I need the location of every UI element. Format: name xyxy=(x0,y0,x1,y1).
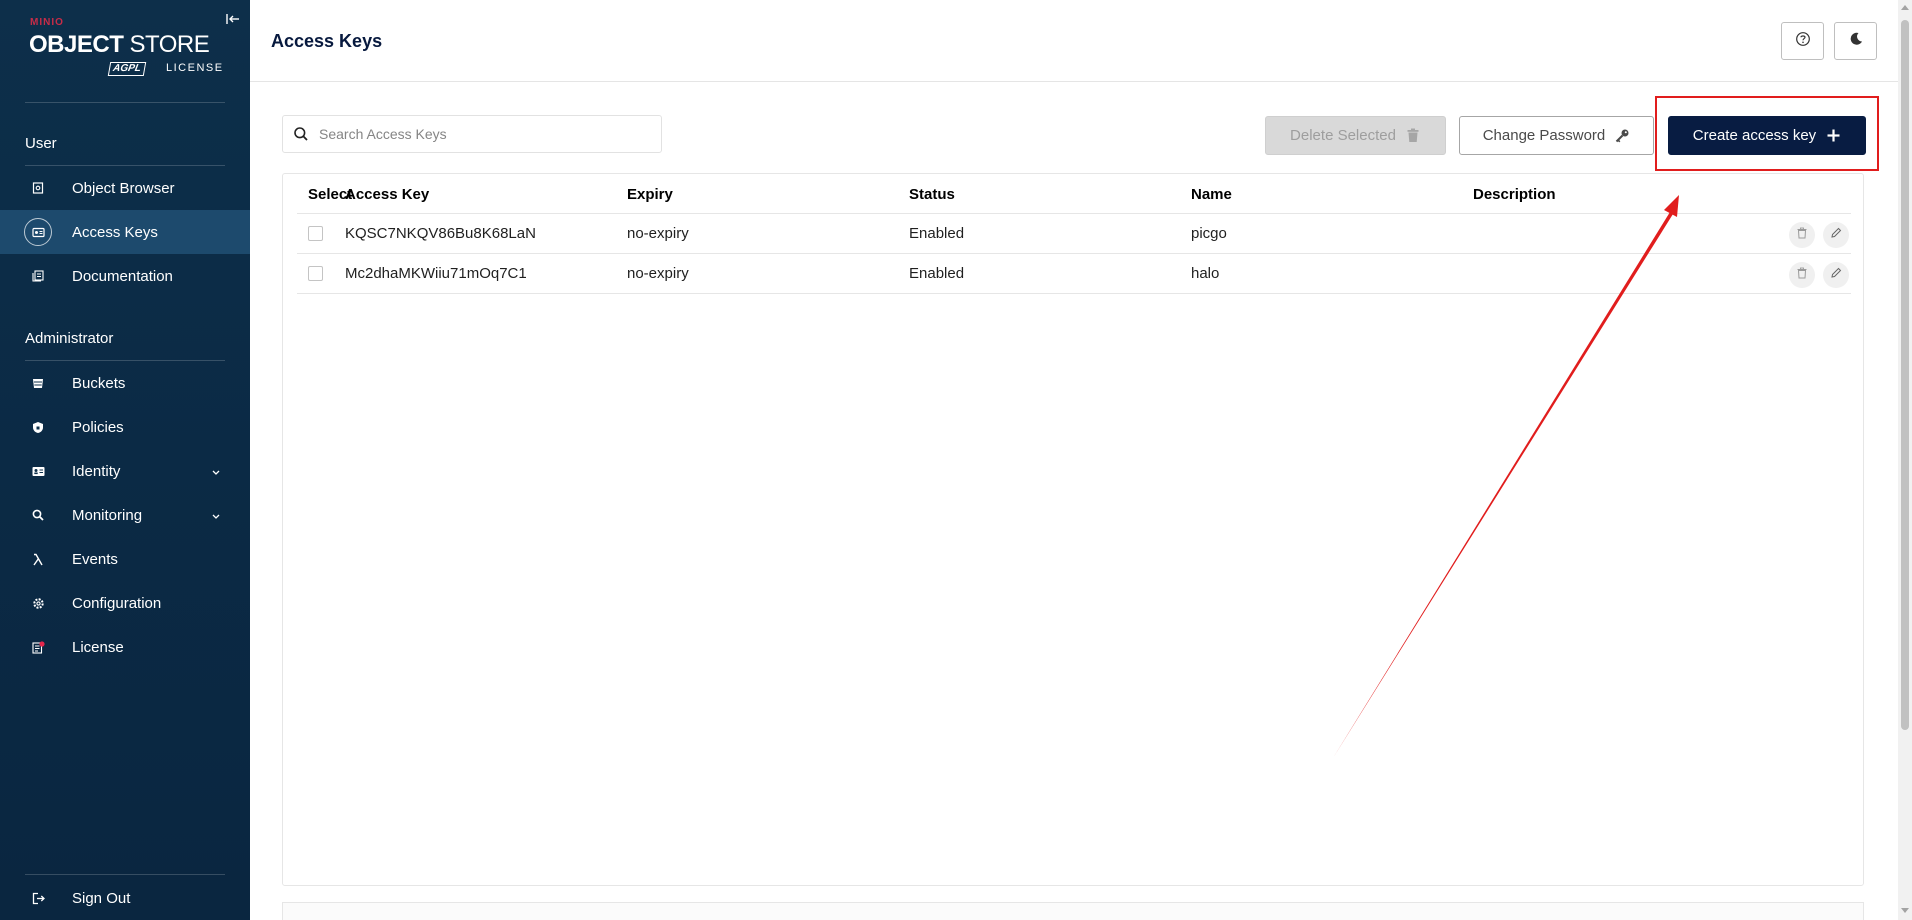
delete-selected-button[interactable]: Delete Selected xyxy=(1265,116,1446,155)
trash-icon xyxy=(1796,266,1808,284)
search-input[interactable] xyxy=(319,126,639,142)
row-select-checkbox[interactable] xyxy=(308,266,323,281)
sidebar-item-label: Documentation xyxy=(72,267,173,285)
edit-row-button[interactable] xyxy=(1823,222,1849,248)
sidebar-item-label: Policies xyxy=(72,418,124,436)
sign-out-label: Sign Out xyxy=(72,889,131,907)
delete-row-button[interactable] xyxy=(1789,262,1815,288)
search-icon xyxy=(293,126,309,142)
moon-icon xyxy=(1848,31,1864,52)
scrollbar-thumb[interactable] xyxy=(1901,20,1909,730)
column-header-expiry[interactable]: Expiry xyxy=(627,186,673,203)
page-scrollbar[interactable] xyxy=(1898,0,1912,920)
table-row[interactable]: Mc2dhaMKWiiu71mOq7C1 no-expiry Enabled h… xyxy=(297,254,1851,294)
sidebar-item-license[interactable]: License xyxy=(0,625,250,669)
monitoring-icon xyxy=(24,501,52,529)
delete-row-button[interactable] xyxy=(1789,222,1815,248)
cell-name: picgo xyxy=(1191,225,1227,242)
collapse-sidebar-icon[interactable] xyxy=(226,12,240,26)
gear-icon xyxy=(24,589,52,617)
identity-icon xyxy=(24,457,52,485)
sidebar-item-label: Object Browser xyxy=(72,179,175,197)
sidebar-item-label: Events xyxy=(72,550,118,568)
bucket-icon xyxy=(24,369,52,397)
cell-name: halo xyxy=(1191,265,1220,282)
logo-product: OBJECT STORE xyxy=(29,31,210,58)
help-circle-icon xyxy=(1795,31,1811,52)
edit-row-button[interactable] xyxy=(1823,262,1849,288)
sign-out-button[interactable]: Sign Out xyxy=(0,876,250,920)
cell-access-key: Mc2dhaMKWiiu71mOq7C1 xyxy=(345,265,527,282)
change-password-button[interactable]: Change Password xyxy=(1459,116,1654,155)
theme-toggle-button[interactable] xyxy=(1834,22,1877,60)
create-access-key-label: Create access key xyxy=(1692,127,1817,144)
cell-status: Enabled xyxy=(909,225,965,242)
sidebar-item-monitoring[interactable]: Monitoring xyxy=(0,493,250,537)
column-header-description[interactable]: Description xyxy=(1473,186,1556,203)
sidebar-item-policies[interactable]: Policies xyxy=(0,405,250,449)
access-keys-table: Select Access Key Expiry Status Name Des… xyxy=(282,173,1864,886)
scroll-down-arrow-icon[interactable] xyxy=(1901,908,1909,913)
trash-icon xyxy=(1796,226,1808,244)
cell-status: Enabled xyxy=(909,265,965,282)
sidebar-item-object-browser[interactable]: Object Browser xyxy=(0,166,250,210)
sidebar-item-label: Monitoring xyxy=(72,506,143,524)
object-browser-icon xyxy=(24,174,52,202)
sidebar-divider xyxy=(25,874,225,875)
sign-out-icon xyxy=(24,884,52,912)
sidebar-item-access-keys[interactable]: Access Keys xyxy=(0,210,250,254)
sidebar-divider xyxy=(25,102,225,103)
pencil-icon xyxy=(1830,226,1842,244)
sidebar-item-configuration[interactable]: Configuration xyxy=(0,581,250,625)
page-header: Access Keys xyxy=(250,0,1898,82)
sidebar-item-events[interactable]: Events xyxy=(0,537,250,581)
minio-logo: MINIO OBJECT STORE AGPL LICENSE xyxy=(29,16,229,78)
sidebar-item-documentation[interactable]: Documentation xyxy=(0,254,250,298)
logo-agpl-badge: AGPL xyxy=(107,62,147,76)
page-title: Access Keys xyxy=(271,31,383,51)
change-password-label: Change Password xyxy=(1482,127,1606,144)
section-title-administrator: Administrator xyxy=(25,330,114,347)
bottom-panel xyxy=(282,902,1864,920)
plus-icon xyxy=(1826,128,1841,143)
column-header-name[interactable]: Name xyxy=(1191,186,1232,203)
logo-license-text: LICENSE xyxy=(166,62,224,74)
section-title-user: User xyxy=(25,135,57,152)
scroll-up-arrow-icon[interactable] xyxy=(1901,5,1909,10)
documentation-icon xyxy=(24,262,52,290)
create-access-key-button[interactable]: Create access key xyxy=(1668,116,1866,155)
table-row[interactable]: KQSC7NKQV86Bu8K68LaN no-expiry Enabled p… xyxy=(297,214,1851,254)
lambda-icon xyxy=(24,545,52,573)
cell-access-key: KQSC7NKQV86Bu8K68LaN xyxy=(345,225,536,242)
sidebar-item-identity[interactable]: Identity xyxy=(0,449,250,493)
column-header-status[interactable]: Status xyxy=(909,186,955,203)
table-header: Select Access Key Expiry Status Name Des… xyxy=(297,174,1851,214)
sidebar-item-label: Buckets xyxy=(72,374,126,392)
access-keys-icon xyxy=(24,218,52,246)
cell-expiry: no-expiry xyxy=(627,225,689,242)
trash-icon xyxy=(1406,128,1421,143)
chevron-down-icon[interactable] xyxy=(210,509,222,521)
help-button[interactable] xyxy=(1781,22,1824,60)
sidebar-item-label: Access Keys xyxy=(72,223,158,241)
logo-brand: MINIO xyxy=(30,17,64,28)
search-access-keys-box[interactable] xyxy=(282,115,662,153)
sidebar: MINIO OBJECT STORE AGPL LICENSE User Obj… xyxy=(0,0,250,920)
row-select-checkbox[interactable] xyxy=(308,226,323,241)
cell-expiry: no-expiry xyxy=(627,265,689,282)
sidebar-item-label: Identity xyxy=(72,462,121,480)
sidebar-item-buckets[interactable]: Buckets xyxy=(0,361,250,405)
column-header-access-key[interactable]: Access Key xyxy=(345,186,429,203)
sidebar-item-label: Configuration xyxy=(72,594,162,612)
sidebar-item-label: License xyxy=(72,638,124,656)
license-icon xyxy=(24,633,52,661)
pencil-icon xyxy=(1830,266,1842,284)
policy-shield-icon xyxy=(24,413,52,441)
chevron-down-icon[interactable] xyxy=(210,465,222,477)
delete-selected-label: Delete Selected xyxy=(1290,127,1396,144)
key-icon xyxy=(1615,128,1630,143)
